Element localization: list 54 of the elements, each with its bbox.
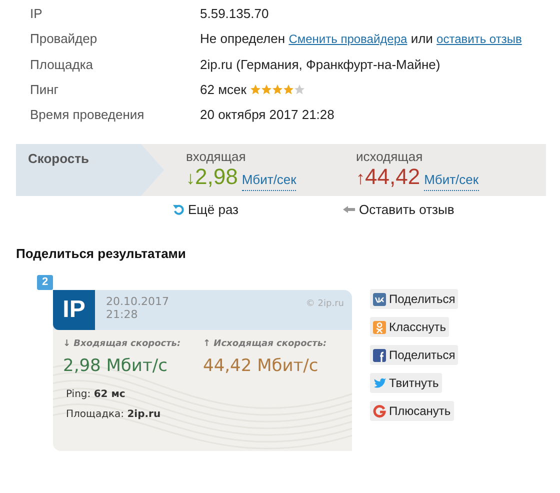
speed-value: 44,42 Мбит/с: [203, 354, 320, 377]
site-value: 2ip.ru: [127, 408, 161, 420]
info-label: Пинг: [30, 81, 60, 99]
star-icon: [272, 84, 284, 95]
copyright-text: © 2ip.ru: [306, 298, 345, 312]
speed-title: Скорость: [28, 151, 89, 166]
star-icon: [294, 84, 306, 95]
number-badge: 2: [37, 275, 53, 290]
change-provider-link[interactable]: Сменить провайдера: [288, 32, 408, 46]
star-icon: [261, 84, 272, 95]
arrow-icon: ↑: [356, 165, 365, 191]
info-label: Время проведения: [30, 106, 146, 124]
info-value: 5.59.135.70: [200, 6, 269, 21]
info-value: Не определен: [200, 31, 286, 46]
info-label: Провайдер: [30, 30, 98, 48]
star-icon: [283, 84, 294, 95]
card-date: 20.10.2017: [106, 295, 170, 308]
logo: IP: [53, 290, 95, 330]
share-button[interactable]: Поделиться: [370, 289, 458, 310]
info-text: или: [410, 31, 433, 46]
info-label: IP: [30, 5, 44, 23]
info-value: 62 мсек: [200, 82, 246, 97]
feedback-link[interactable]: Оставить отзыв: [359, 200, 454, 220]
arrow-icon: ↓: [186, 165, 195, 191]
ping-value: 62 мс: [94, 388, 126, 400]
site-label: Площадка:: [66, 408, 124, 420]
share-button[interactable]: Плюсануть: [370, 401, 454, 422]
speed-value: 2,98: [195, 164, 238, 190]
speed-label: ↑ Исходящая скорость:: [203, 338, 327, 352]
card-time: 21:28: [106, 308, 139, 322]
unit-link[interactable]: Мбит/сек: [424, 170, 479, 190]
retry-link[interactable]: Ещё раз: [188, 200, 238, 220]
facebook-icon: [373, 348, 386, 362]
speed-label: исходящая: [356, 149, 424, 164]
share-button[interactable]: Класснуть: [370, 317, 450, 338]
speed-value: 2,98 Мбит/с: [63, 354, 168, 377]
feedback-link[interactable]: оставить отзыв: [436, 32, 522, 46]
ping-label: Ping:: [66, 388, 91, 400]
info-value: 2ip.ru (Германия, Франкфурт-на-Майне): [200, 57, 440, 72]
speed-label: входящая: [186, 149, 247, 164]
section-heading: Поделиться результатами: [16, 246, 187, 262]
info-value: 20 октября 2017 21:28: [200, 107, 334, 122]
speed-label: ↓ Входящая скорость:: [63, 338, 182, 352]
share-button[interactable]: Твитнуть: [370, 373, 442, 394]
star-icon: [250, 84, 262, 95]
odnoklassniki-icon: [373, 320, 386, 334]
info-label: Площадка: [30, 56, 94, 74]
bird-icon: [373, 376, 386, 390]
share-button[interactable]: Поделиться: [370, 345, 458, 366]
speed-value: 44,42: [365, 164, 420, 190]
unit-link[interactable]: Мбит/сек: [242, 170, 296, 190]
vk-icon: [373, 292, 386, 306]
google-icon: [373, 404, 386, 418]
refresh-icon: [173, 204, 184, 216]
